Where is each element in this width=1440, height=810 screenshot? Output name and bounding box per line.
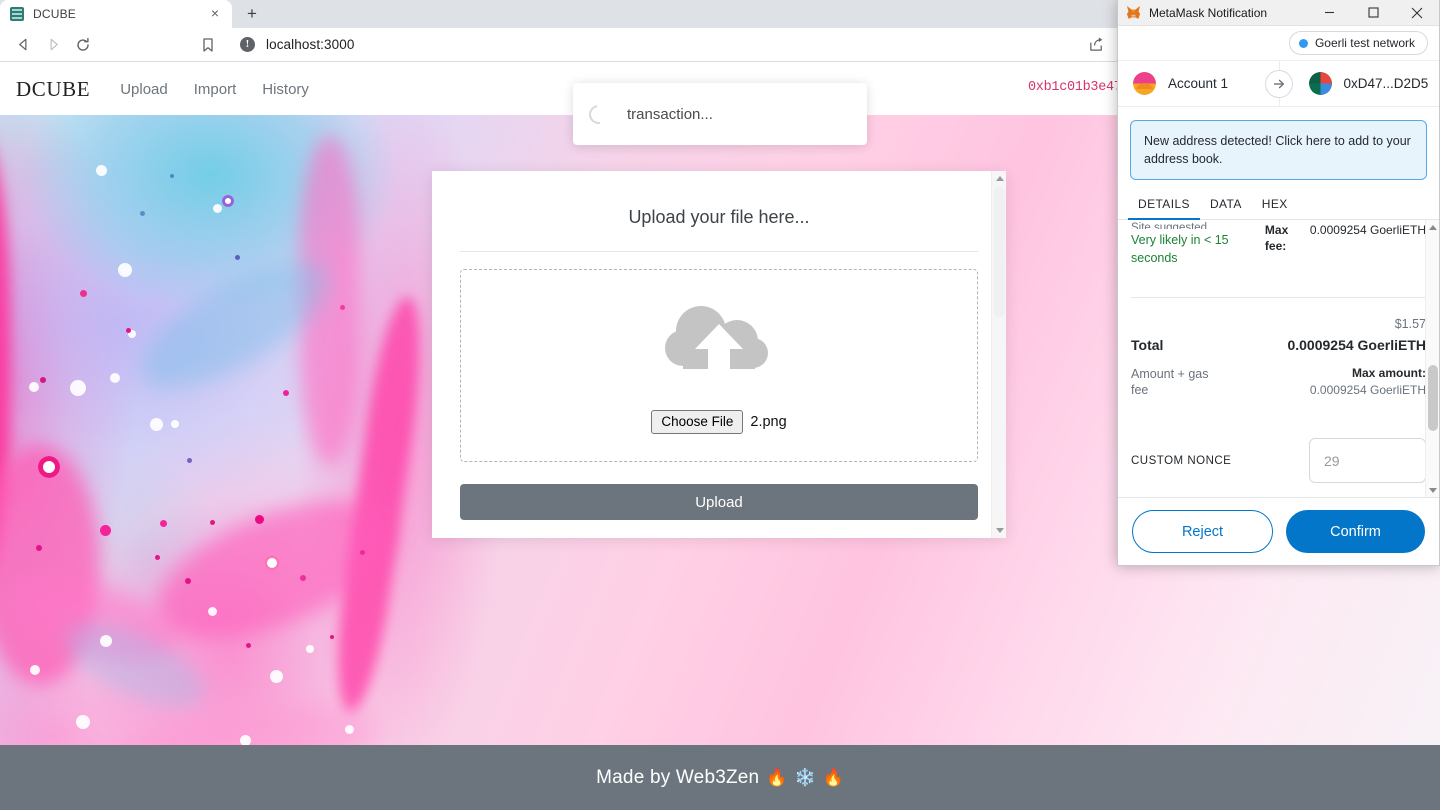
max-amount-label: Max amount: (1351, 365, 1426, 380)
page-title: Upload your file here... (628, 207, 810, 227)
custom-nonce-label: CUSTOM NONCE (1131, 454, 1232, 467)
gas-suggested-label: Site suggested (1131, 222, 1208, 230)
new-address-banner[interactable]: New address detected! Click here to add … (1130, 120, 1427, 181)
to-account-address: 0xD47...D2D5 (1343, 76, 1429, 91)
file-input-row[interactable]: Choose File 2.png (651, 410, 787, 434)
metamask-scrollbar[interactable] (1425, 220, 1439, 497)
total-values: $1.57 0.0009254 GoerliETH (1287, 317, 1426, 353)
scroll-down-icon[interactable] (1426, 483, 1439, 497)
cloud-upload-icon (649, 301, 789, 384)
snowflake-icon: ❄️ (794, 767, 816, 787)
from-account-name: Account 1 (1168, 76, 1229, 91)
to-account[interactable]: 0xD47...D2D5 (1279, 72, 1440, 95)
tab-details[interactable]: DETAILS (1128, 192, 1200, 221)
transaction-details-body: Site suggested Very likely in < 15 secon… (1118, 220, 1439, 497)
network-selector[interactable]: Goerli test network (1288, 31, 1428, 55)
network-name: Goerli test network (1314, 36, 1415, 50)
loading-spinner-icon (585, 100, 612, 128)
details-scroll-area: Site suggested Very likely in < 15 secon… (1118, 220, 1439, 497)
total-fiat-value: $1.57 (1394, 316, 1426, 331)
network-status-dot (1298, 38, 1308, 48)
upload-card: Upload your file here... Choose File 2.p… (432, 171, 1006, 538)
tab-title: DCUBE (33, 7, 77, 21)
fire-icon-2: 🔥 (822, 767, 844, 787)
scroll-up-icon[interactable] (992, 171, 1007, 186)
total-eth-value: 0.0009254 GoerliETH (1287, 336, 1426, 353)
bookmark-icon[interactable] (194, 31, 222, 59)
site-brand[interactable]: DCUBE (16, 77, 90, 102)
gas-estimate-group: Site suggested Very likely in < 15 secon… (1131, 222, 1251, 267)
max-fee-label: Max fee: (1264, 223, 1289, 254)
gas-eta-text: Very likely in < 15 seconds (1131, 233, 1229, 266)
gas-fee-row: Site suggested Very likely in < 15 secon… (1131, 220, 1426, 267)
back-arrow-icon[interactable] (8, 30, 38, 60)
maximize-icon[interactable] (1351, 0, 1395, 26)
transaction-tabs: DETAILS DATA HEX (1118, 192, 1439, 221)
account-transfer-row: Account 1 0xD47...D2D5 (1118, 61, 1439, 107)
amount-plus-gas-label: Amount + gas fee (1131, 366, 1209, 397)
metamask-title-bar: MetaMask Notification (1118, 0, 1439, 26)
nav-link-import[interactable]: Import (194, 81, 237, 98)
arrow-right-icon (1264, 69, 1293, 98)
banner-text: New address detected! Click here to add … (1144, 134, 1411, 167)
tab-hex[interactable]: HEX (1252, 192, 1298, 219)
nav-link-history[interactable]: History (262, 81, 309, 98)
avatar (1133, 72, 1156, 95)
nav-link-upload[interactable]: Upload (120, 81, 168, 98)
selected-file-name: 2.png (750, 414, 787, 430)
toast-message: transaction... (627, 105, 713, 123)
close-icon[interactable] (1395, 0, 1439, 26)
network-row: Goerli test network (1118, 26, 1439, 61)
reload-icon[interactable] (68, 30, 98, 60)
confirm-button[interactable]: Confirm (1286, 510, 1425, 553)
forward-arrow-icon (38, 30, 68, 60)
footer-text: Made by Web3Zen (596, 766, 760, 788)
browser-tab[interactable]: DCUBE × (0, 0, 232, 28)
scrollbar-thumb[interactable] (994, 187, 1005, 317)
fire-icon: 🔥 (766, 767, 788, 787)
scroll-down-icon[interactable] (992, 523, 1007, 538)
minimize-icon[interactable] (1307, 0, 1351, 26)
window-title: MetaMask Notification (1149, 5, 1268, 20)
total-row: Total $1.57 0.0009254 GoerliETH (1131, 317, 1426, 353)
custom-nonce-row: CUSTOM NONCE 29 (1131, 438, 1426, 497)
card-scrollbar[interactable] (991, 171, 1006, 538)
document-icon (10, 7, 24, 21)
divider (1131, 296, 1426, 298)
max-amount-value: 0.0009254 GoerliETH (1309, 382, 1426, 397)
new-tab-button[interactable]: + (238, 0, 266, 28)
site-nav: Upload Import History (120, 81, 309, 98)
divider (460, 251, 978, 252)
metamask-fox-icon (1126, 5, 1141, 20)
upload-card-body: Upload your file here... Choose File 2.p… (432, 171, 1006, 466)
metamask-notification-window: MetaMask Notification Goerli test networ… (1117, 0, 1440, 566)
max-amount-group: Max amount: 0.0009254 GoerliETH (1310, 366, 1426, 399)
site-info-icon[interactable]: ! (240, 37, 255, 52)
max-fee-group: Max fee: 0.0009254 GoerliETH (1265, 222, 1426, 267)
file-dropzone[interactable]: Choose File 2.png (460, 269, 978, 462)
from-account[interactable]: Account 1 (1118, 72, 1279, 95)
transaction-toast[interactable]: transaction... (573, 83, 867, 145)
max-fee-value: 0.0009254 GoerliETH (1309, 223, 1426, 238)
window-controls (1307, 0, 1439, 26)
url-text: localhost:3000 (266, 37, 355, 52)
choose-file-button[interactable]: Choose File (651, 410, 744, 434)
tab-data[interactable]: DATA (1200, 192, 1252, 219)
total-label: Total (1131, 336, 1164, 353)
scroll-up-icon[interactable] (1426, 220, 1439, 234)
share-icon[interactable] (1082, 30, 1110, 58)
avatar (1308, 72, 1332, 95)
upload-button[interactable]: Upload (460, 484, 978, 520)
scrollbar-thumb[interactable] (1428, 365, 1438, 432)
amount-row: Amount + gas fee Max amount: 0.0009254 G… (1131, 366, 1426, 399)
close-icon[interactable]: × (208, 6, 222, 21)
reject-button[interactable]: Reject (1132, 510, 1273, 553)
custom-nonce-input[interactable]: 29 (1309, 438, 1426, 483)
page-footer: Made by Web3Zen 🔥 ❄️ 🔥 (0, 745, 1440, 810)
metamask-action-bar: Reject Confirm (1118, 497, 1439, 565)
custom-nonce-placeholder: 29 (1324, 452, 1340, 469)
